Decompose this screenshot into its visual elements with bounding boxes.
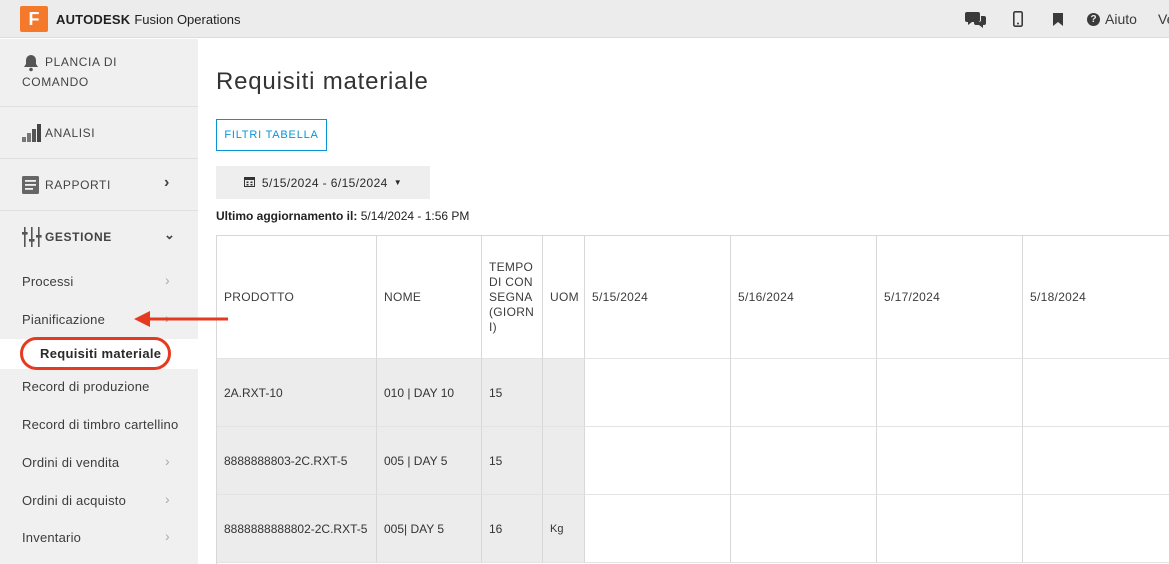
calendar-icon (243, 176, 255, 190)
help-link[interactable]: ? Aiuto (1087, 0, 1137, 38)
date-range-picker[interactable]: 5/15/2024 - 6/15/2024 ▼ (216, 166, 430, 199)
table-cell-date (585, 427, 731, 495)
material-requirements-table: PRODOTTO NOME TEMPO DI CONSEGNA (GIORNI)… (216, 235, 1169, 564)
top-bar: F AUTODESK Fusion Operations ? Aiuto Ve (0, 0, 1169, 38)
brand-name: AUTODESK (56, 11, 131, 27)
report-icon (22, 176, 39, 199)
table-cell-tempo: 15 (482, 427, 543, 495)
sidebar-item-label: Record di timbro cartellino (22, 417, 179, 432)
annotation-arrow-icon (134, 311, 228, 327)
sidebar-item-label: Record di produzione (22, 379, 150, 394)
date-range-value: 5/15/2024 - 6/15/2024 (261, 175, 388, 190)
sidebar-item-ordini-acquisto[interactable]: Ordini di acquisto › (0, 483, 198, 519)
nav-label-dashboard-line2: COMANDO (22, 75, 89, 89)
nav-label-rapporti: RAPPORTI (45, 178, 111, 192)
help-icon: ? (1087, 12, 1100, 26)
nav-label-analisi: ANALISI (45, 126, 96, 140)
column-header-tempo-consegna[interactable]: TEMPO DI CONSEGNA (GIORNI) (482, 236, 543, 359)
table-cell-nome: 010 | DAY 10 (377, 359, 482, 427)
chevron-right-icon: › (164, 174, 170, 191)
sidebar-item-inventario[interactable]: Inventario › (0, 520, 198, 556)
column-header-prodotto[interactable]: PRODOTTO (217, 236, 377, 359)
nav-item-gestione[interactable]: GESTIONE ⌄ (0, 211, 198, 263)
table-cell-date (877, 427, 1023, 495)
brand[interactable]: F AUTODESK Fusion Operations (20, 6, 241, 32)
help-label: Aiuto (1105, 11, 1137, 27)
table-cell-date (731, 495, 877, 563)
table-cell-date (1023, 359, 1169, 427)
table-cell-date (585, 495, 731, 563)
chevron-right-icon: › (165, 491, 170, 507)
table-cell-date (877, 359, 1023, 427)
column-header-nome[interactable]: NOME (377, 236, 482, 359)
sidebar-item-ordini-vendita[interactable]: Ordini di vendita › (0, 445, 198, 481)
product-name: Fusion Operations (134, 11, 241, 27)
table-cell-nome: 005| DAY 5 (377, 495, 482, 563)
chevron-down-icon: ⌄ (164, 227, 175, 242)
column-header-date[interactable]: 5/17/2024 (877, 236, 1023, 359)
fusion-logo-icon: F (20, 6, 48, 32)
table-cell-tempo: 16 (482, 495, 543, 563)
last-update-value: 5/14/2024 - 1:56 PM (360, 209, 470, 223)
sidebar-item-label: Ordini di acquisto (22, 493, 127, 508)
sliders-icon (22, 227, 42, 252)
chevron-right-icon: › (165, 453, 170, 469)
sidebar-item-label: Processi (22, 274, 74, 289)
table-cell-date (731, 427, 877, 495)
user-menu[interactable]: Ve (1158, 0, 1169, 38)
table-cell-nome: 005 | DAY 5 (377, 427, 482, 495)
nav-label-gestione: GESTIONE (45, 230, 112, 244)
column-header-date[interactable]: 5/15/2024 (585, 236, 731, 359)
chat-icon[interactable] (964, 0, 988, 38)
mobile-icon[interactable] (1010, 0, 1026, 38)
sidebar-item-record-produzione[interactable]: Record di produzione (0, 369, 198, 405)
table-cell-prodotto: 2A.RXT-10 (217, 359, 377, 427)
table-cell-uom (543, 427, 585, 495)
table-cell-date (585, 359, 731, 427)
table-cell-date (731, 359, 877, 427)
table-cell-date (1023, 427, 1169, 495)
last-update: Ultimo aggiornamento il: 5/14/2024 - 1:5… (216, 209, 469, 223)
chevron-right-icon: › (165, 528, 170, 544)
nav-item-dashboard[interactable]: PLANCIA DI COMANDO (0, 39, 198, 107)
table-filters-button[interactable]: FILTRI TABELLA (216, 119, 327, 151)
caret-down-icon: ▼ (393, 178, 403, 187)
sidebar-item-record-timbro[interactable]: Record di timbro cartellino (0, 407, 198, 443)
annotation-highlight-oval (20, 337, 171, 370)
table-cell-uom: Kg (543, 495, 585, 563)
nav-item-analisi[interactable]: ANALISI (0, 107, 198, 159)
sidebar-item-processi[interactable]: Processi › (0, 264, 198, 300)
column-header-date[interactable]: 5/16/2024 (731, 236, 877, 359)
table-cell-date (1023, 495, 1169, 563)
nav-label-dashboard-line1: PLANCIA DI (45, 55, 118, 69)
chart-icon (22, 124, 42, 147)
sidebar-item-label: Pianificazione (22, 312, 106, 327)
table-cell-uom (543, 359, 585, 427)
nav-item-rapporti[interactable]: RAPPORTI › (0, 159, 198, 211)
table-cell-date (877, 495, 1023, 563)
table-cell-tempo: 15 (482, 359, 543, 427)
last-update-label: Ultimo aggiornamento il: (216, 209, 358, 223)
table-cell-prodotto: 8888888803-2C.RXT-5 (217, 427, 377, 495)
column-header-date[interactable]: 5/18/2024 (1023, 236, 1169, 359)
bookmark-icon[interactable] (1050, 0, 1066, 38)
sidebar-item-label: Ordini di vendita (22, 455, 120, 470)
column-header-uom[interactable]: UOM (543, 236, 585, 359)
page-title: Requisiti materiale (216, 68, 429, 95)
sidebar: PLANCIA DI COMANDO ANALISI RAPPORTI › GE… (0, 39, 198, 564)
sidebar-item-label: Inventario (22, 530, 82, 545)
table-cell-prodotto: 8888888888802-2C.RXT-5 (217, 495, 377, 563)
chevron-right-icon: › (165, 272, 170, 288)
